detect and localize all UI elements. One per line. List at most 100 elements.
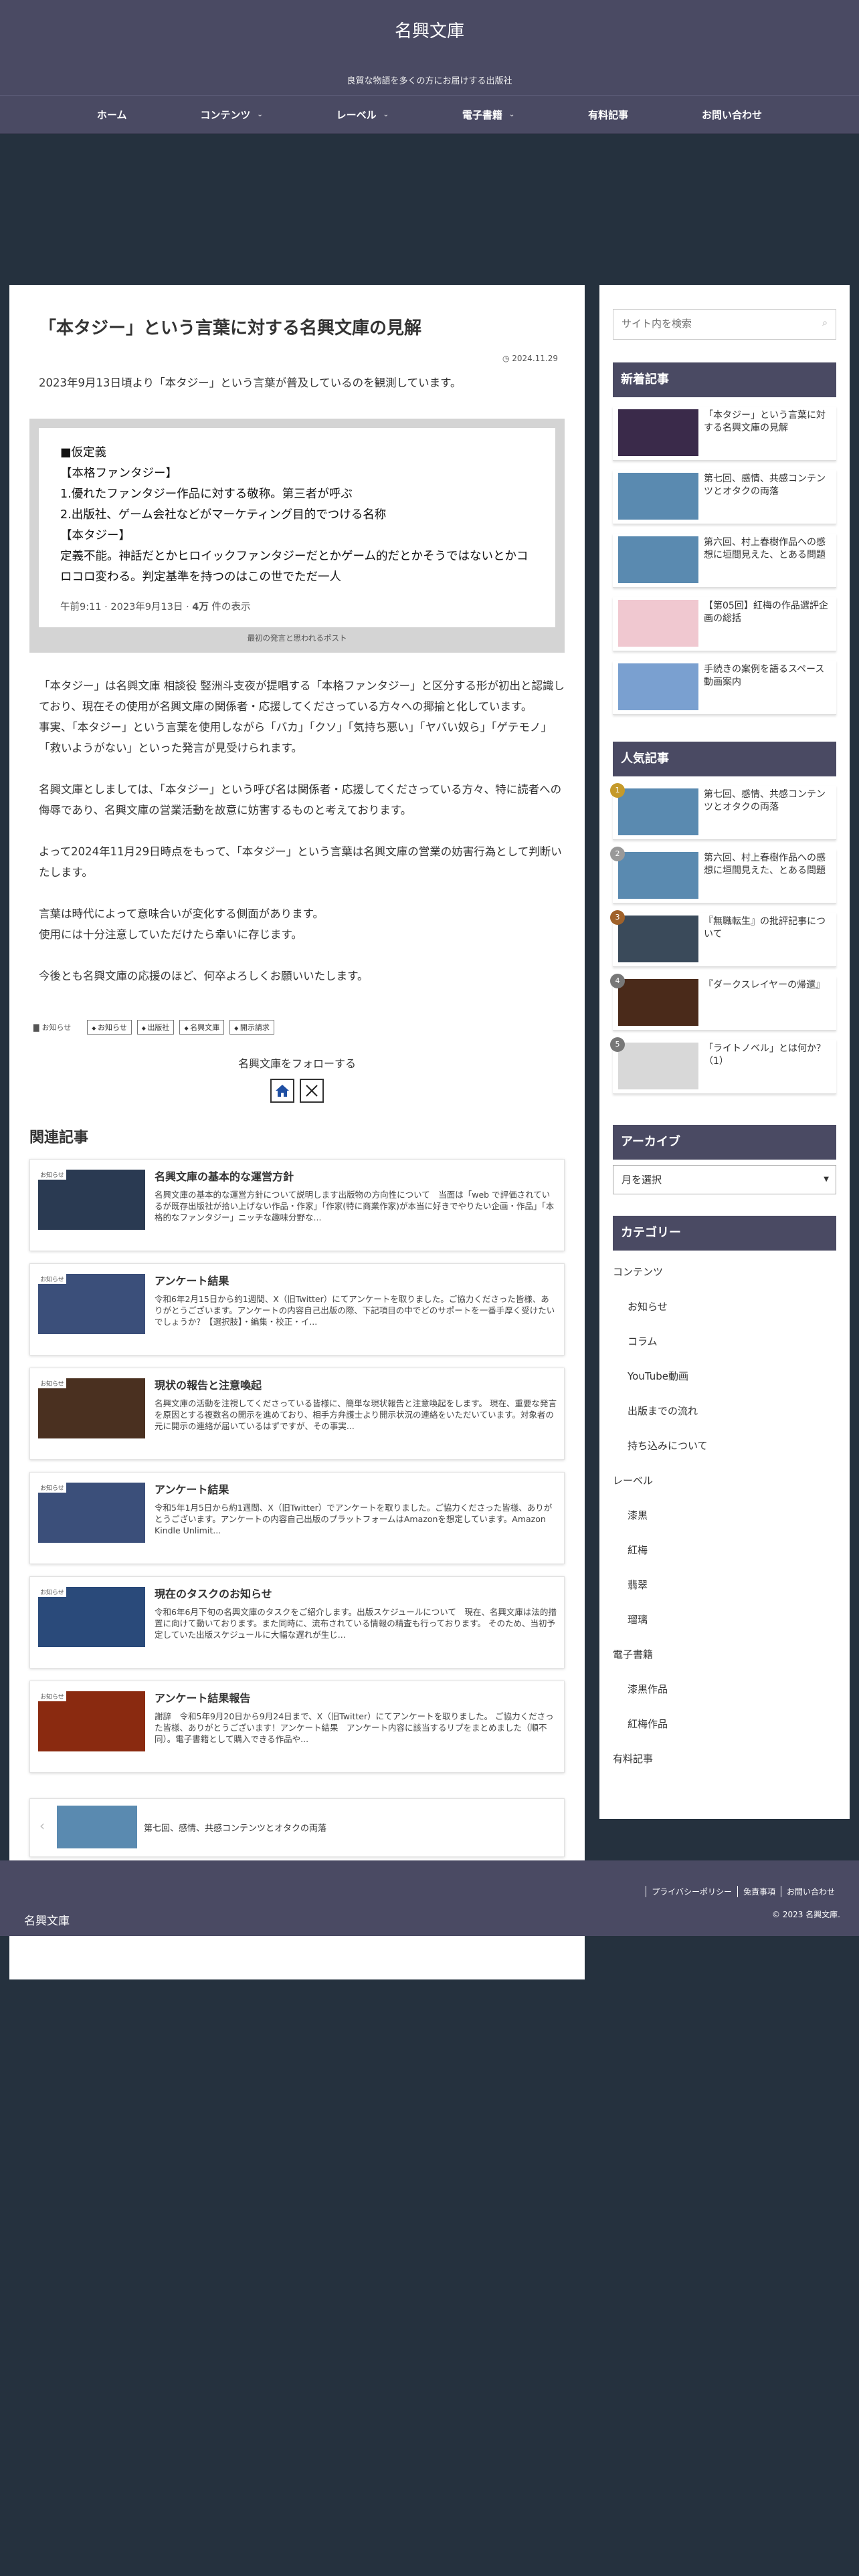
- footer-link[interactable]: プライバシーポリシー: [646, 1886, 737, 1897]
- category-item[interactable]: 紅梅作品: [613, 1707, 836, 1741]
- popular-post-item[interactable]: 1 第七回、感情、共感コンテンツとオタクの両落: [610, 783, 836, 840]
- sidebar: ⌕ 新着記事 「本タジー」という言葉に対する名興文庫の見解第七回、感情、共感コン…: [599, 285, 850, 1819]
- related-card[interactable]: お知らせ アンケート結果 令和6年2月15日から約1週間、X（旧Twitter）にて…: [29, 1263, 565, 1356]
- related-list: お知らせ 名興文庫の基本的な運営方針 名興文庫の基本的な運営方針について説明します出…: [29, 1159, 565, 1773]
- footer-links: プライバシーポリシー 免責事項 お問い合わせ: [646, 1886, 840, 1897]
- popular-heading: 人気記事: [613, 742, 836, 776]
- category-item[interactable]: レーベル: [613, 1463, 836, 1498]
- related-thumbnail: お知らせ: [38, 1691, 145, 1751]
- popular-post-item[interactable]: 5 「ライトノベル」とは何か？（1）: [610, 1037, 836, 1094]
- chevron-down-icon: ⌄: [257, 110, 263, 118]
- category-item[interactable]: 漆黒: [613, 1498, 836, 1533]
- rank-badge: 2: [610, 847, 625, 861]
- category-item[interactable]: 紅梅: [613, 1533, 836, 1568]
- category-item[interactable]: お知らせ: [613, 1289, 836, 1324]
- related-category-label: お知らせ: [38, 1274, 66, 1284]
- chevron-left-icon: ‹: [39, 1818, 45, 1834]
- rank-badge: 5: [610, 1037, 625, 1052]
- embedded-post-card[interactable]: ■仮定義 【本格ファンタジー】 1.優れたファンタジー作品に対する敬称。第三者が呼ぶ…: [39, 428, 555, 627]
- nav-label: ホーム: [96, 108, 127, 121]
- related-card[interactable]: お知らせ 名興文庫の基本的な運営方針 名興文庫の基本的な運営方針について説明します出…: [29, 1159, 565, 1251]
- new-post-thumbnail: [618, 409, 698, 456]
- prev-post-link[interactable]: ‹ 第七回、感情、共感コンテンツとオタクの両落: [29, 1798, 565, 1857]
- new-post-item[interactable]: 【第05回】紅梅の作品選評企画の総括: [613, 597, 836, 651]
- popular-post-item[interactable]: 4 『ダークスレイヤーの帰還』: [610, 974, 836, 1031]
- nav-label: レーベル: [336, 108, 377, 121]
- popular-post-thumbnail: [618, 788, 698, 835]
- popular-post-title: 『無職転生』の批評記事について: [704, 916, 826, 940]
- tag-button[interactable]: ◆ 名興文庫: [179, 1020, 225, 1035]
- tag-label: 出版社: [147, 1023, 170, 1032]
- category-label: お知らせ: [41, 1023, 72, 1032]
- category-item[interactable]: YouTube動画: [613, 1359, 836, 1394]
- embed-line: 【本格ファンタジー】: [60, 467, 177, 480]
- footer-link[interactable]: お問い合わせ: [780, 1886, 840, 1897]
- related-card[interactable]: お知らせ 現状の報告と注意喚起 名興文庫の活動を注視してくださっている皆様に、簡単な…: [29, 1368, 565, 1460]
- category-link[interactable]: ▇ お知らせ: [33, 1022, 71, 1033]
- footer-link[interactable]: 免責事項: [737, 1886, 781, 1897]
- category-item[interactable]: 電子書籍: [613, 1637, 836, 1672]
- home-follow-button[interactable]: [270, 1079, 294, 1103]
- tag-button[interactable]: ◆ お知らせ: [87, 1020, 132, 1035]
- chevron-down-icon: ⌄: [508, 110, 515, 118]
- related-excerpt: 謝辞 令和5年9月20日から9月24日まで、X（旧Twitter）にてアンケート…: [155, 1711, 554, 1744]
- related-card[interactable]: お知らせ アンケート結果報告 謝辞 令和5年9月20日から9月24日まで、X（旧Tw…: [29, 1681, 565, 1773]
- x-follow-button[interactable]: [300, 1079, 324, 1103]
- prev-post-thumbnail: [57, 1806, 137, 1848]
- folder-icon: ▇: [33, 1023, 39, 1032]
- related-thumbnail: お知らせ: [38, 1483, 145, 1543]
- body-paragraph: [29, 883, 565, 903]
- nav-item-1[interactable]: コンテンツ ⌄: [200, 108, 262, 122]
- nav-item-2[interactable]: レーベル ⌄: [337, 108, 389, 122]
- nav-item-4[interactable]: 有料記事: [588, 108, 628, 122]
- popular-post-title: 第七回、感情、共感コンテンツとオタクの両落: [704, 789, 826, 813]
- nav-label: 有料記事: [588, 108, 629, 121]
- related-excerpt: 名興文庫の活動を注視してくださっている皆様に、簡単な現状報告と注意喚起をします。…: [155, 1398, 557, 1431]
- popular-post-item[interactable]: 3 『無職転生』の批評記事について: [610, 910, 836, 967]
- related-excerpt: 令和6年2月15日から約1週間、X（旧Twitter）にてアンケートを取りました…: [155, 1294, 555, 1327]
- search-icon[interactable]: ⌕: [822, 318, 828, 328]
- footer-site-name[interactable]: 名興文庫: [24, 1911, 70, 1928]
- related-card[interactable]: お知らせ 現在のタスクのお知らせ 令和6年6月下旬の名興文庫のタスクをご紹介します。…: [29, 1576, 565, 1669]
- site-title[interactable]: 名興文庫: [0, 17, 859, 42]
- popular-post-item[interactable]: 2 第六回、村上春樹作品への感想に垣間見えた、とある問題: [610, 847, 836, 903]
- category-item[interactable]: 漆黒作品: [613, 1672, 836, 1707]
- tag-icon: ◆: [234, 1025, 240, 1031]
- tag-label: 開示請求: [240, 1023, 270, 1032]
- embed-line: ■仮定義: [60, 446, 107, 459]
- related-card[interactable]: お知らせ アンケート結果 令和5年1月5日から約1週間、X（旧Twitter）でアン…: [29, 1472, 565, 1564]
- tag-button[interactable]: ◆ 開示請求: [229, 1020, 274, 1035]
- archive-select-value: 月を選択: [622, 1174, 662, 1186]
- embed-line: 定義不能。神話だとかヒロイックファンタジーだとかゲーム的だとかそうではないとかコ…: [60, 550, 529, 584]
- related-heading: 関連記事: [29, 1130, 89, 1146]
- embed-time: 午前9:11 · 2023年9月13日 ·: [60, 602, 193, 613]
- new-post-item[interactable]: 第六回、村上春樹作品への感想に垣間見えた、とある問題: [613, 534, 836, 588]
- related-excerpt: 名興文庫の基本的な運営方針について説明します出版物の方向性について 当面は「we…: [155, 1190, 555, 1222]
- related-category-label: お知らせ: [38, 1587, 66, 1597]
- related-category-label: お知らせ: [38, 1691, 66, 1701]
- nav-item-3[interactable]: 電子書籍 ⌄: [462, 108, 514, 122]
- intro-text: 2023年9月13日頃より「本タジー」という言葉が普及しているのを観測しています…: [39, 377, 462, 389]
- tag-button[interactable]: ◆ 出版社: [136, 1020, 175, 1035]
- new-post-thumbnail: [618, 663, 698, 710]
- category-item[interactable]: 瑠璃: [613, 1602, 836, 1637]
- nav-item-5[interactable]: お問い合わせ: [702, 108, 762, 122]
- category-item[interactable]: 有料記事: [613, 1741, 836, 1776]
- search-box: ⌕: [613, 309, 836, 340]
- category-item[interactable]: 出版までの流れ: [613, 1394, 836, 1428]
- tag-buttons: ◆ お知らせ ◆ 出版社 ◆ 名興文庫 ◆ 開示請求: [87, 1020, 274, 1035]
- nav-item-0[interactable]: ホーム: [97, 108, 127, 122]
- new-post-item[interactable]: 第七回、感情、共感コンテンツとオタクの両落: [613, 470, 836, 524]
- category-item[interactable]: コンテンツ: [613, 1255, 836, 1289]
- archive-select[interactable]: 月を選択 ▼: [613, 1165, 836, 1194]
- related-excerpt: 令和5年1月5日から約1週間、X（旧Twitter）でアンケートを取りました。ご…: [155, 1503, 553, 1535]
- category-item[interactable]: コラム: [613, 1324, 836, 1359]
- new-post-item[interactable]: 手続きの案例を語るスペース 動画案内: [613, 661, 836, 715]
- category-item[interactable]: 翡翠: [613, 1568, 836, 1602]
- related-thumbnail: お知らせ: [38, 1587, 145, 1647]
- embed-views: 4万: [192, 602, 209, 613]
- nav-label: お問い合わせ: [702, 108, 763, 121]
- new-post-item[interactable]: 「本タジー」という言葉に対する名興文庫の見解: [613, 407, 836, 461]
- search-input[interactable]: [613, 310, 801, 338]
- category-item[interactable]: 持ち込みについて: [613, 1428, 836, 1463]
